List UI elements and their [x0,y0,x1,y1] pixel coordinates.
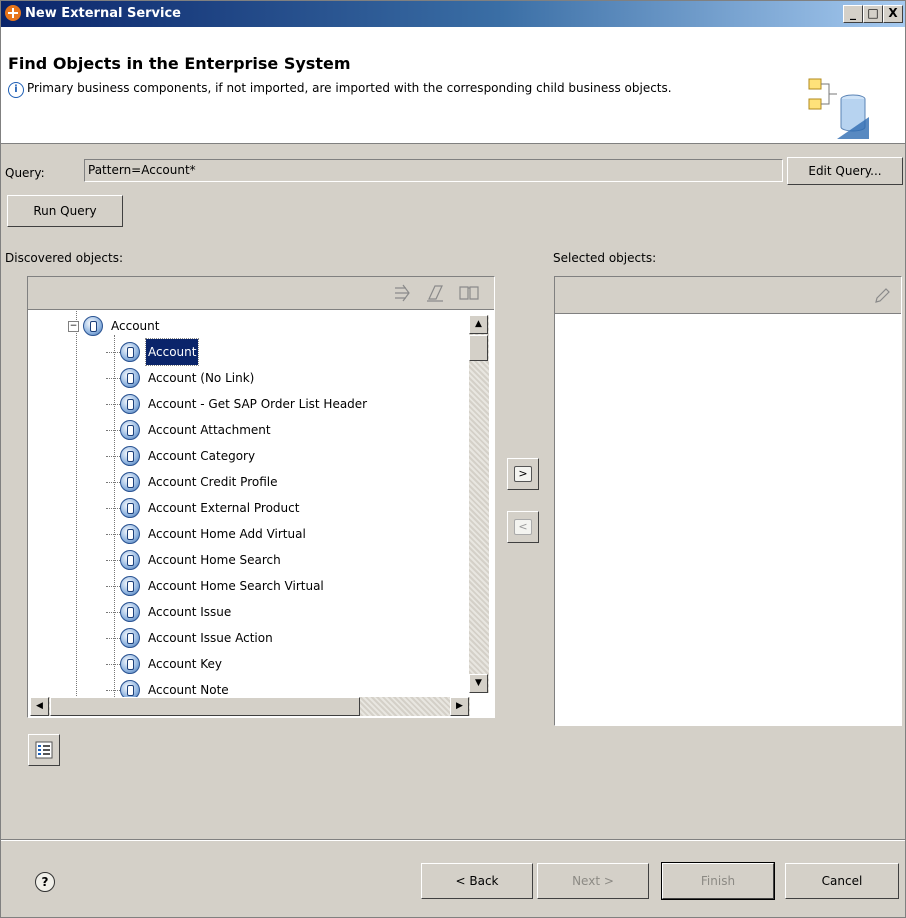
scroll-right-button[interactable]: ▶ [450,697,469,716]
business-object-icon [120,550,140,570]
tree-item-label: Account Home Search [148,553,281,567]
add-arrow-icon: > [514,466,532,482]
business-object-icon [120,628,140,648]
tree-item-label: Account Issue Action [148,631,273,645]
wizard-window: New External Service _ □ X Find Objects … [0,0,906,918]
remove-selected-button[interactable]: < [507,511,539,543]
page-title: Find Objects in the Enterprise System [8,54,351,73]
title-bar[interactable]: New External Service _ □ X [1,1,905,27]
business-object-icon [120,602,140,622]
discovered-objects-label: Discovered objects: [5,251,124,265]
tree-item[interactable]: Account Home Search [106,547,283,573]
selected-objects-label: Selected objects: [553,251,657,265]
scroll-left-button[interactable]: ◀ [30,697,49,716]
close-button[interactable]: X [883,5,903,23]
tree-item[interactable]: Account [106,338,200,366]
tree-item[interactable]: Account Home Search Virtual [106,573,326,599]
wizard-header: Find Objects in the Enterprise System i … [1,27,905,144]
app-icon [5,5,21,21]
tree-root-label: Account [111,319,160,333]
tree-item-label: Account (No Link) [148,371,255,385]
enterprise-system-banner-icon [808,78,869,139]
vertical-scrollbar[interactable]: ▲ ▼ [469,315,489,693]
cancel-button[interactable]: Cancel [785,863,899,899]
properties-button[interactable] [28,734,60,766]
business-object-icon [120,576,140,596]
properties-list-icon [35,741,53,759]
help-icon[interactable]: ? [35,872,55,892]
maximize-button[interactable]: □ [863,5,883,23]
tree-item-label: Account Category [148,449,256,463]
tree-item-label: Account Key [148,657,223,671]
business-object-icon [120,342,140,362]
selected-toolbar [555,277,901,314]
edit-query-button[interactable]: Edit Query... [787,157,903,185]
tree-root-node[interactable]: − Account [68,313,161,339]
tree-item-label: Account External Product [148,501,300,515]
tree-item[interactable]: Account - Get SAP Order List Header [106,391,369,417]
window-title: New External Service [25,6,181,21]
footer-separator [1,839,905,841]
query-field[interactable]: Pattern=Account* [84,159,783,182]
tree-item-label: Account Credit Profile [148,475,278,489]
remove-arrow-icon: < [514,519,532,535]
tree-item[interactable]: Account Issue [106,599,233,625]
business-object-icon [120,420,140,440]
query-label: Query: [5,166,45,180]
business-object-icon [120,394,140,414]
page-description: Primary business components, if not impo… [27,81,672,95]
tree-item[interactable]: Account Issue Action [106,625,275,651]
add-selected-button[interactable]: > [507,458,539,490]
scroll-down-button[interactable]: ▼ [469,674,488,693]
tree-item-label: Account [144,338,200,366]
tree-item-label: Account Home Search Virtual [148,579,324,593]
discovered-objects-panel: − Account Account Account (No Link) Accou… [27,276,495,718]
vertical-scroll-thumb[interactable] [469,335,488,361]
info-icon: i [8,82,24,98]
scroll-up-button[interactable]: ▲ [469,315,488,334]
tree-item[interactable]: Account External Product [106,495,301,521]
filter-icon[interactable] [392,283,412,303]
book-icon[interactable] [458,283,480,303]
tree-item[interactable]: Account Credit Profile [106,469,279,495]
tree-item-label: Account - Get SAP Order List Header [148,397,368,411]
business-object-icon [120,368,140,388]
tree-item-label: Account Home Add Virtual [148,527,306,541]
horizontal-scroll-thumb[interactable] [50,697,360,716]
business-object-root-icon [83,316,103,336]
business-object-icon [120,498,140,518]
discovered-toolbar [28,277,494,310]
horizontal-scrollbar[interactable]: ◀ ▶ [30,697,470,716]
edit-pencil-icon[interactable] [873,287,891,305]
selected-objects-panel [554,276,902,726]
tree-item[interactable]: Account Home Add Virtual [106,521,308,547]
tree-item[interactable]: Account Key [106,651,224,677]
eraser-icon[interactable] [425,283,445,303]
tree-item[interactable]: Account (No Link) [106,365,256,391]
tree-item[interactable]: Account Attachment [106,417,273,443]
run-query-button[interactable]: Run Query [7,195,123,227]
tree-item[interactable]: Account Category [106,443,257,469]
tree-line [76,311,77,696]
business-object-icon [120,654,140,674]
finish-button[interactable]: Finish [661,862,775,900]
minimize-button[interactable]: _ [843,5,863,23]
collapse-toggle-icon[interactable]: − [68,320,79,332]
business-object-icon [120,446,140,466]
next-button[interactable]: Next > [537,863,649,899]
tree-item-label: Account Issue [148,605,232,619]
business-object-icon [120,524,140,544]
back-button[interactable]: < Back [421,863,533,899]
business-object-icon [120,472,140,492]
tree-item-label: Account Attachment [148,423,271,437]
